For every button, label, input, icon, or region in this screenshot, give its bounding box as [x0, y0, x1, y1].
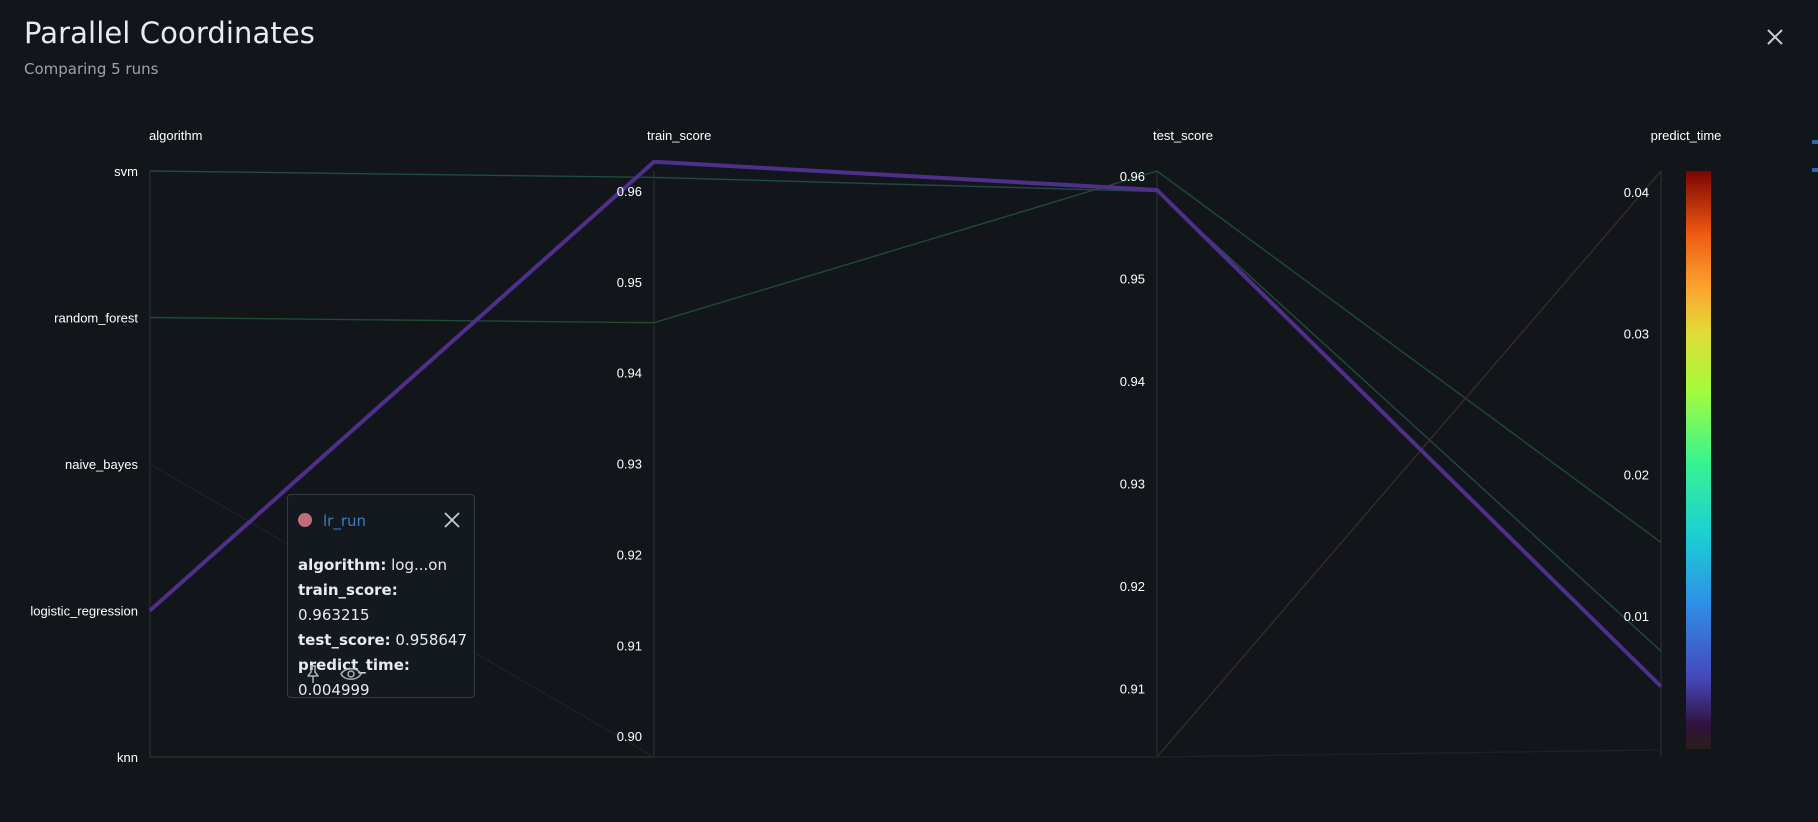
tick-label: random_forest: [54, 311, 138, 326]
axis-title-test_score: test_score: [1153, 128, 1213, 143]
run-name-link[interactable]: lr_run: [323, 512, 366, 530]
parallel-coordinates-plot[interactable]: algorithm svm random_forest naive_bayeslogi…: [0, 0, 1818, 822]
run-color-dot: [298, 513, 312, 527]
detail-row: test_score: 0.958647: [298, 631, 467, 649]
tick-label: 0.02: [1624, 468, 1649, 483]
tick-label: 0.92: [617, 547, 642, 562]
tick-label: svm: [114, 164, 138, 179]
tick-label: 0.94: [1120, 374, 1145, 389]
edge-indicator: [1812, 140, 1818, 144]
axis-title-algorithm: algorithm: [149, 128, 202, 143]
predict-time-colorbar: [1686, 171, 1711, 749]
tick-label: 0.03: [1624, 326, 1649, 341]
tick-label: 0.90: [617, 729, 642, 744]
edge-indicator: [1812, 168, 1818, 172]
tick-label: 0.96: [617, 184, 642, 199]
axis-title-predict_time: predict_time: [1651, 128, 1722, 143]
tick-label: 0.92: [1120, 579, 1145, 594]
tick-label: 0.95: [617, 275, 642, 290]
run-line-random_forest[interactable]: [149, 170, 1662, 543]
tick-label: 0.91: [1120, 681, 1145, 696]
eye-icon[interactable]: [340, 664, 362, 684]
detail-row: train_score: 0.963215: [298, 581, 398, 624]
tick-label: 0.01: [1624, 609, 1649, 624]
tick-label: 0.94: [617, 366, 642, 381]
tick-label: 0.96: [1120, 169, 1145, 184]
tick-label: knn: [117, 750, 138, 765]
detail-row: algorithm: log...on: [298, 556, 447, 574]
parallel-coordinates-dialog: Parallel Coordinates Comparing 5 runs al…: [0, 0, 1818, 822]
tick-label: 0.04: [1624, 185, 1649, 200]
tick-label: 0.91: [617, 638, 642, 653]
tick-label: 0.93: [617, 457, 642, 472]
tick-label: 0.95: [1120, 272, 1145, 287]
close-icon[interactable]: [443, 511, 461, 529]
tick-label: logistic_regression: [30, 604, 138, 619]
run-tooltip: lr_run algorithm: log...on train_score: …: [287, 494, 475, 699]
tick-label: naive_bayes: [65, 457, 138, 472]
tick-label: 0.93: [1120, 476, 1145, 491]
axis-title-train_score: train_score: [647, 128, 711, 143]
pin-icon[interactable]: [303, 664, 323, 684]
